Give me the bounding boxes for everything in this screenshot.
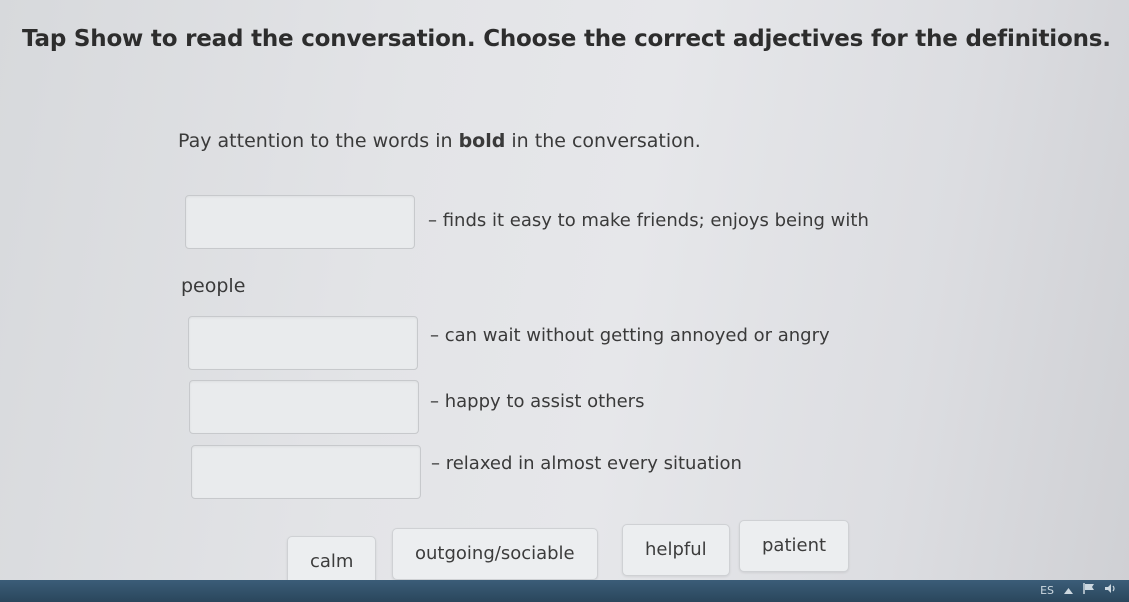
answer-drop-zone-1[interactable] — [185, 195, 415, 249]
note-prefix: Pay attention to the words in — [178, 130, 459, 152]
system-tray: ES — [1040, 583, 1117, 597]
note-suffix: in the conversation. — [505, 130, 701, 152]
bold-keyword: bold — [458, 130, 506, 152]
chevron-up-icon[interactable] — [1064, 584, 1073, 597]
definition-4: – relaxed in almost every situation — [431, 453, 742, 474]
instruction-heading: Tap Show to read the conversation. Choos… — [22, 26, 1111, 52]
option-helpful[interactable]: helpful — [622, 524, 730, 576]
definition-3: – happy to assist others — [430, 391, 645, 412]
taskbar: ES — [0, 580, 1129, 602]
option-patient[interactable]: patient — [739, 520, 850, 572]
definition-1-continuation: people — [181, 275, 246, 297]
option-outgoing-sociable[interactable]: outgoing/sociable — [392, 528, 598, 580]
answer-drop-zone-3[interactable] — [189, 380, 419, 434]
definition-1: – finds it easy to make friends; enjoys … — [428, 210, 869, 231]
instruction-prefix: Tap — [22, 26, 74, 52]
show-keyword: Show — [73, 26, 144, 52]
answer-drop-zone-4[interactable] — [191, 445, 421, 499]
answer-drop-zone-2[interactable] — [188, 316, 418, 370]
instruction-suffix: to read the conversation. Choose the cor… — [143, 26, 1111, 52]
flag-icon[interactable] — [1083, 583, 1095, 597]
volume-icon[interactable] — [1105, 583, 1117, 597]
definition-2: – can wait without getting annoyed or an… — [430, 325, 830, 346]
language-indicator[interactable]: ES — [1040, 584, 1054, 597]
attention-note: Pay attention to the words in bold in th… — [178, 130, 701, 152]
